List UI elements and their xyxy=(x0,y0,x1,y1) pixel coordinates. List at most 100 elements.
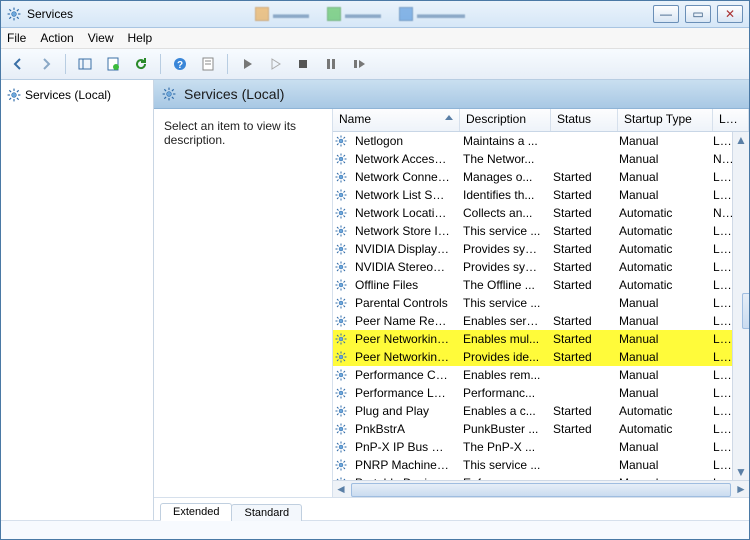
col-log-on-as[interactable]: Log On As xyxy=(713,109,749,131)
service-row[interactable]: NVIDIA Stereosco...Provides sys...Starte… xyxy=(333,258,749,276)
cell-startup: Manual xyxy=(613,170,707,184)
help-button[interactable]: ? xyxy=(167,51,193,77)
cell-startup: Manual xyxy=(613,386,707,400)
cell-name: NVIDIA Stereosco... xyxy=(349,260,457,274)
scroll-left-icon[interactable]: ◄ xyxy=(333,482,349,496)
service-row[interactable]: Network Connecti...Manages o...StartedMa… xyxy=(333,168,749,186)
scroll-up-icon[interactable]: ▲ xyxy=(733,132,749,148)
service-row[interactable]: PNRP Machine Na...This service ...Manual… xyxy=(333,456,749,474)
service-row[interactable]: Peer Networking I...Provides ide...Start… xyxy=(333,348,749,366)
cell-startup: Manual xyxy=(613,314,707,328)
service-row[interactable]: Offline FilesThe Offline ...StartedAutom… xyxy=(333,276,749,294)
services-icon xyxy=(7,88,21,102)
cell-startup: Manual xyxy=(613,134,707,148)
services-list: Name Description Status Startup Type Log… xyxy=(332,109,749,497)
menu-view[interactable]: View xyxy=(88,31,114,45)
cell-name: Network Location ... xyxy=(349,206,457,220)
console-tree[interactable]: Services (Local) xyxy=(1,80,154,520)
column-headers: Name Description Status Startup Type Log… xyxy=(333,109,749,132)
close-button[interactable]: ✕ xyxy=(717,5,743,23)
service-row[interactable]: NetlogonMaintains a ...ManualLocal Syste… xyxy=(333,132,749,150)
services-icon xyxy=(162,87,176,101)
gear-icon xyxy=(333,333,349,345)
cell-name: Peer Networking ... xyxy=(349,332,457,346)
service-row[interactable]: Peer Name Resolu...Enables serv...Starte… xyxy=(333,312,749,330)
view-tabs: Extended Standard xyxy=(154,497,749,520)
col-startup-type[interactable]: Startup Type xyxy=(618,109,713,131)
cell-status: Started xyxy=(547,422,613,436)
maximize-button[interactable]: ▭ xyxy=(685,5,711,23)
cell-startup: Automatic xyxy=(613,242,707,256)
restart-part-button[interactable] xyxy=(262,51,288,77)
cell-status: Started xyxy=(547,170,613,184)
scroll-down-icon[interactable]: ▼ xyxy=(733,464,749,480)
start-service-button[interactable] xyxy=(234,51,260,77)
menu-help[interactable]: Help xyxy=(128,31,153,45)
service-row[interactable]: PnkBstrAPunkBuster ...StartedAutomaticLo… xyxy=(333,420,749,438)
cell-startup: Automatic xyxy=(613,404,707,418)
description-text: Select an item to view its description. xyxy=(164,119,296,147)
cell-description: Collects an... xyxy=(457,206,547,220)
horizontal-scrollbar[interactable]: ◄ ► xyxy=(333,480,749,497)
pause-service-button[interactable] xyxy=(318,51,344,77)
cell-name: PNRP Machine Na... xyxy=(349,458,457,472)
statusbar xyxy=(1,520,749,539)
scroll-right-icon[interactable]: ► xyxy=(733,482,749,496)
cell-description: Provides ide... xyxy=(457,350,547,364)
properties-button[interactable] xyxy=(195,51,221,77)
service-row[interactable]: Peer Networking ...Enables mul...Started… xyxy=(333,330,749,348)
service-row[interactable]: PnP-X IP Bus Enu...The PnP-X ...ManualLo… xyxy=(333,438,749,456)
service-row[interactable]: Portable Device E...Enforces gr...Manual… xyxy=(333,474,749,480)
service-row[interactable]: Performance Logs...Performanc...ManualLo… xyxy=(333,384,749,402)
vertical-scrollbar[interactable]: ▲ ▼ xyxy=(732,132,749,480)
col-description[interactable]: Description xyxy=(460,109,551,131)
stop-service-button[interactable] xyxy=(290,51,316,77)
col-status[interactable]: Status xyxy=(551,109,618,131)
service-row[interactable]: NVIDIA Display Dri...Provides sys...Star… xyxy=(333,240,749,258)
scroll-thumb[interactable] xyxy=(742,293,749,329)
cell-startup: Manual xyxy=(613,350,707,364)
cell-name: Performance Logs... xyxy=(349,386,457,400)
cell-description: Manages o... xyxy=(457,170,547,184)
cell-description: Identifies th... xyxy=(457,188,547,202)
services-icon xyxy=(7,7,21,21)
service-row[interactable]: Network Location ...Collects an...Starte… xyxy=(333,204,749,222)
scroll-thumb[interactable] xyxy=(351,483,731,497)
cell-description: Enforces gr... xyxy=(457,476,547,480)
export-list-button[interactable] xyxy=(100,51,126,77)
service-row[interactable]: Network Store Int...This service ...Star… xyxy=(333,222,749,240)
cell-name: PnkBstrA xyxy=(349,422,457,436)
cell-startup: Manual xyxy=(613,440,707,454)
tab-extended[interactable]: Extended xyxy=(160,503,232,521)
service-rows[interactable]: NetlogonMaintains a ...ManualLocal Syste… xyxy=(333,132,749,480)
service-row[interactable]: Network Access P...The Networ...ManualNe… xyxy=(333,150,749,168)
cell-status: Started xyxy=(547,260,613,274)
minimize-button[interactable]: — xyxy=(653,5,679,23)
forward-button[interactable] xyxy=(33,51,59,77)
service-row[interactable]: Plug and PlayEnables a c...StartedAutoma… xyxy=(333,402,749,420)
cell-name: Performance Cou... xyxy=(349,368,457,382)
gear-icon xyxy=(333,477,349,480)
service-row[interactable]: Parental ControlsThis service ...ManualL… xyxy=(333,294,749,312)
gear-icon xyxy=(333,171,349,183)
tree-root-services-local[interactable]: Services (Local) xyxy=(5,86,149,104)
show-hide-tree-button[interactable] xyxy=(72,51,98,77)
restart-service-button[interactable] xyxy=(346,51,372,77)
gear-icon xyxy=(333,189,349,201)
service-row[interactable]: Network List ServiceIdentifies th...Star… xyxy=(333,186,749,204)
cell-name: Parental Controls xyxy=(349,296,457,310)
cell-startup: Manual xyxy=(613,332,707,346)
service-row[interactable]: Performance Cou...Enables rem...ManualLo… xyxy=(333,366,749,384)
refresh-button[interactable] xyxy=(128,51,154,77)
menu-file[interactable]: File xyxy=(7,31,26,45)
tab-standard[interactable]: Standard xyxy=(231,504,302,521)
col-name[interactable]: Name xyxy=(333,109,460,131)
gear-icon xyxy=(333,135,349,147)
titlebar[interactable]: Services ▬▬▬ ▬▬▬ ▬▬▬▬ — ▭ ✕ xyxy=(1,1,749,28)
menu-action[interactable]: Action xyxy=(40,31,73,45)
cell-description: Enables mul... xyxy=(457,332,547,346)
tree-root-label: Services (Local) xyxy=(25,88,111,102)
cell-startup: Automatic xyxy=(613,422,707,436)
gear-icon xyxy=(333,423,349,435)
back-button[interactable] xyxy=(5,51,31,77)
